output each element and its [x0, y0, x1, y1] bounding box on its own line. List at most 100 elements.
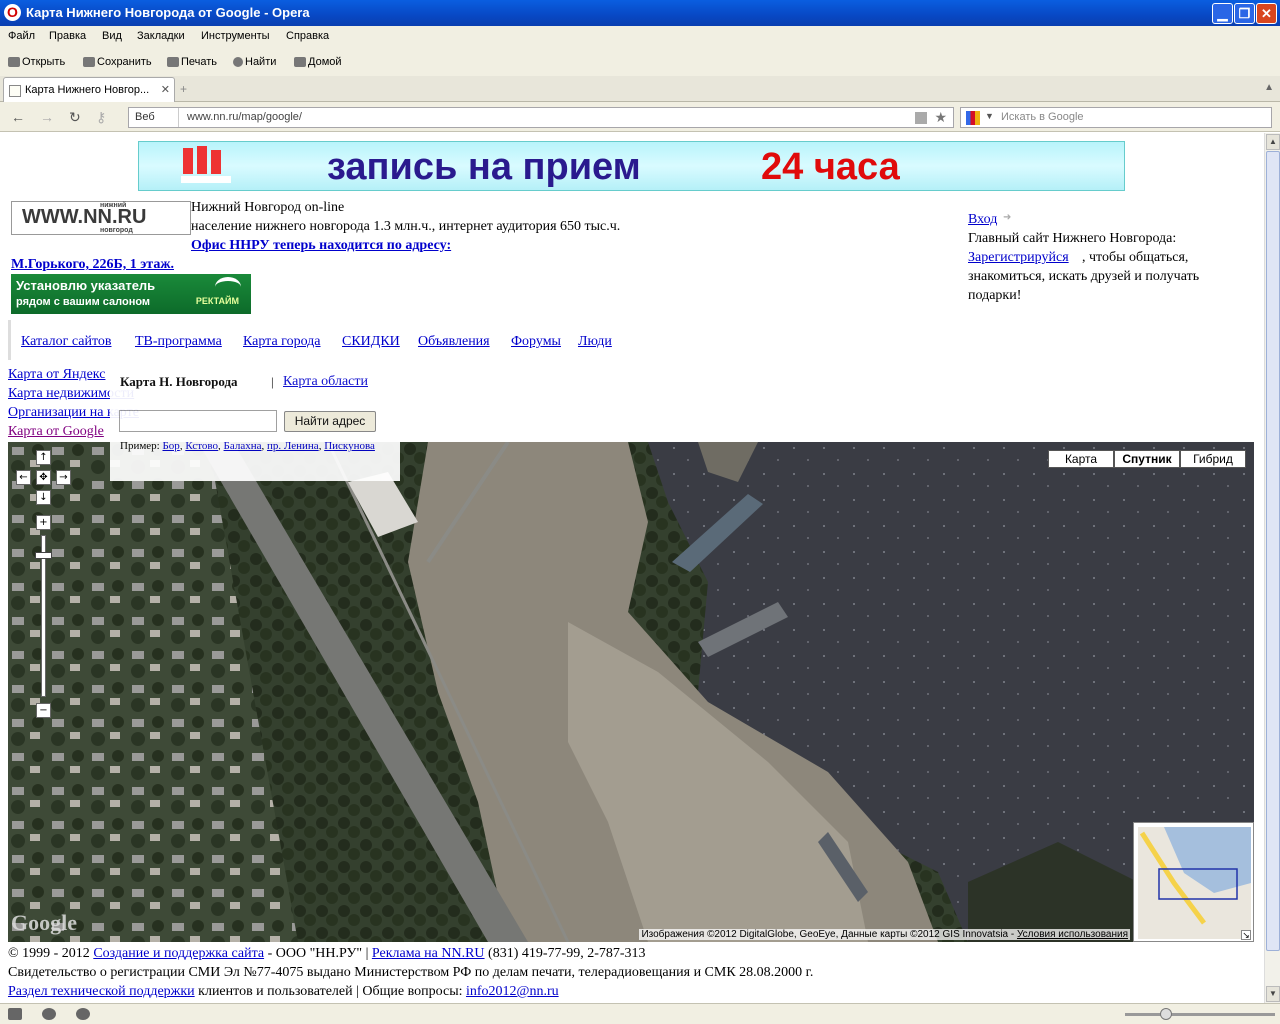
nav-tv[interactable]: ТВ-программа — [135, 334, 222, 350]
example-kstovo[interactable]: Кстово — [185, 440, 218, 452]
scroll-thumb[interactable] — [1266, 151, 1280, 951]
yandex-map-link[interactable]: Карта от Яндекс — [8, 367, 105, 383]
example-piskunova[interactable]: Пискунова — [324, 440, 375, 452]
scroll-up-icon[interactable]: ▲ — [1266, 134, 1280, 150]
find-label: Найти — [245, 56, 277, 68]
ads-link[interactable]: Реклама на NN.RU — [372, 946, 485, 961]
zoom-slider-track[interactable] — [41, 535, 46, 697]
bookmark-star-icon[interactable]: ★ — [934, 109, 947, 126]
toolbar: Открыть Сохранить Печать Найти Домой — [0, 48, 1280, 76]
example-bor[interactable]: Бор — [162, 440, 179, 452]
nav-city-map[interactable]: Карта города — [243, 334, 321, 350]
minimize-button[interactable]: ▁ — [1212, 3, 1233, 24]
home-button[interactable]: Домой — [294, 56, 342, 68]
overview-map[interactable]: ↘ — [1133, 822, 1254, 942]
address-search-input[interactable] — [119, 410, 277, 432]
save-icon — [83, 57, 95, 67]
satellite-imagery — [8, 442, 1254, 942]
nav-discounts[interactable]: СКИДКИ — [342, 334, 400, 350]
support-link[interactable]: Создание и поддержка сайта — [93, 946, 264, 961]
page-favicon-icon — [9, 85, 21, 97]
scroll-down-icon[interactable]: ▼ — [1266, 986, 1280, 1002]
menu-view[interactable]: Вид — [102, 30, 122, 42]
example-label: Пример: — [120, 440, 160, 452]
pan-left-icon[interactable]: ← — [16, 470, 31, 485]
nav-people[interactable]: Люди — [578, 334, 612, 350]
web-mode-label[interactable]: Веб — [135, 111, 155, 123]
rss-icon[interactable] — [915, 112, 927, 124]
email-link[interactable]: info2012@nn.ru — [466, 984, 559, 999]
zoom-in-button[interactable]: + — [36, 515, 51, 530]
search-field[interactable]: ▼ Искать в Google — [960, 107, 1272, 128]
engine-dropdown-icon[interactable]: ▼ — [985, 111, 994, 121]
nnru-logo[interactable]: нижний WWW.NN.RU новгород — [11, 201, 191, 235]
maximize-button[interactable]: ❐ — [1234, 3, 1255, 24]
footer-copy: © 1999 - 2012 — [8, 946, 94, 961]
zoom-slider-handle[interactable] — [35, 552, 52, 559]
panel-toggle-icon[interactable] — [8, 1008, 22, 1020]
map-type-hybrid[interactable]: Гибрид — [1180, 450, 1246, 468]
tab-scroll-up-icon[interactable]: ▲ — [1264, 82, 1274, 93]
opera-unite-icon[interactable] — [42, 1008, 56, 1020]
print-button[interactable]: Печать — [167, 56, 217, 68]
find-button[interactable]: Найти — [233, 56, 276, 68]
turbo-icon[interactable] — [76, 1008, 90, 1020]
nav-forums[interactable]: Форумы — [511, 334, 561, 350]
login-link[interactable]: Вход — [968, 212, 997, 228]
find-address-button[interactable]: Найти адрес — [284, 411, 376, 432]
pan-up-icon[interactable]: ↑ — [36, 450, 51, 465]
menu-bookmarks[interactable]: Закладки — [137, 30, 185, 42]
back-icon[interactable]: ← — [11, 109, 25, 125]
menu-edit[interactable]: Правка — [49, 30, 86, 42]
zoom-slider-knob[interactable] — [1160, 1008, 1172, 1020]
tab-bar: Карта Нижнего Новгор... ✕ + ▲ — [0, 76, 1280, 102]
forward-icon[interactable]: → — [40, 109, 54, 125]
tab-active[interactable]: Карта Нижнего Новгор... ✕ — [3, 77, 175, 102]
save-button[interactable]: Сохранить — [83, 56, 152, 68]
vertical-scrollbar[interactable]: ▲ ▼ — [1264, 133, 1280, 1003]
close-button[interactable]: ✕ — [1256, 3, 1277, 24]
menu-tools[interactable]: Инструменты — [201, 30, 270, 42]
ad-arc-icon — [215, 277, 241, 297]
example-balakhna[interactable]: Балахна — [224, 440, 262, 452]
site-tagline: Нижний Новгород on-line — [191, 200, 345, 215]
zoom-slider[interactable] — [1125, 1013, 1275, 1016]
terms-link[interactable]: Условия использования — [1017, 929, 1128, 940]
pan-down-icon[interactable]: ↓ — [36, 490, 51, 505]
url-field[interactable]: Веб www.nn.ru/map/google/ ★ — [128, 107, 954, 128]
zoom-out-button[interactable]: − — [36, 703, 51, 718]
google-logo[interactable]: Google — [11, 910, 77, 936]
footer-phones: (831) 419-77-99, 2-787-313 — [484, 946, 646, 961]
nav-catalog[interactable]: Каталог сайтов — [21, 334, 112, 350]
menu-help[interactable]: Справка — [286, 30, 329, 42]
pan-right-icon[interactable]: → — [56, 470, 71, 485]
pan-center-icon[interactable]: ✥ — [36, 470, 51, 485]
region-map-link[interactable]: Карта области — [283, 374, 368, 390]
google-engine-icon[interactable] — [966, 111, 980, 125]
map-type-satellite[interactable]: Спутник — [1114, 450, 1180, 468]
satellite-map[interactable]: Google ↑ ← ✥ → ↓ + − Карта Спутник Гибри… — [8, 442, 1254, 942]
example-lenina[interactable]: пр. Ленина — [267, 440, 319, 452]
clinic-ad-banner[interactable]: запись на прием 24 часа — [138, 141, 1125, 191]
menu-file[interactable]: Файл — [8, 30, 35, 42]
map-type-map[interactable]: Карта — [1048, 450, 1114, 468]
tech-support-link[interactable]: Раздел технической поддержки — [8, 984, 195, 999]
nav-ads[interactable]: Объявления — [418, 334, 490, 350]
open-button[interactable]: Открыть — [8, 56, 65, 68]
url-text[interactable]: www.nn.ru/map/google/ — [187, 111, 302, 123]
footer-company: - ООО "НН.РУ" | — [264, 946, 372, 961]
logo-main-text: WWW.NN.RU — [22, 206, 147, 228]
wand-key-icon[interactable]: ⚷ — [96, 109, 106, 126]
google-map-link[interactable]: Карта от Google — [8, 424, 104, 440]
title-bar: O Карта Нижнего Новгорода от Google - Op… — [0, 0, 1280, 26]
signpost-ad-banner[interactable]: Установлю указатель рядом с вашим салоно… — [11, 274, 251, 314]
banner-text-hours: 24 часа — [761, 146, 900, 188]
page-footer: © 1999 - 2012 Создание и поддержка сайта… — [8, 944, 813, 1001]
register-link[interactable]: Зарегистрируйся — [968, 250, 1069, 266]
tab-close-icon[interactable]: ✕ — [161, 83, 170, 96]
office-link[interactable]: Офис ННРУ теперь находится по адресу: — [191, 238, 451, 254]
new-tab-button[interactable]: + — [180, 82, 187, 96]
reload-icon[interactable]: ↻ — [69, 109, 81, 126]
overview-toggle-icon[interactable]: ↘ — [1241, 930, 1251, 940]
address-link[interactable]: М.Горького, 226Б, 1 этаж. — [11, 257, 174, 273]
